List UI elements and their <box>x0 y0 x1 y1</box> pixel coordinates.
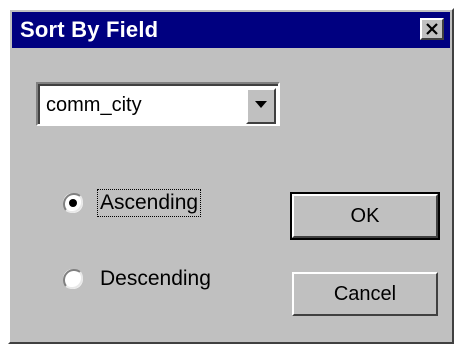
radio-descending[interactable]: Descending <box>62 266 213 292</box>
close-icon <box>426 23 438 35</box>
dialog-title: Sort By Field <box>20 17 159 42</box>
dropdown-button[interactable] <box>246 88 276 124</box>
radio-ascending-label: Ascending <box>96 189 202 217</box>
radio-descending-label: Descending <box>100 267 211 290</box>
cancel-button[interactable]: Cancel <box>292 272 438 316</box>
radio-unselected-icon <box>63 269 83 289</box>
radio-selected-icon <box>63 193 83 213</box>
chevron-down-icon <box>255 101 267 108</box>
radio-ascending[interactable]: Ascending <box>62 189 202 217</box>
ok-button[interactable]: OK <box>290 192 440 240</box>
title-bar: Sort By Field <box>12 12 450 48</box>
sort-by-field-dialog: Sort By Field comm_city Ascending Descen… <box>8 8 454 344</box>
field-select-value: comm_city <box>46 94 142 116</box>
field-select[interactable]: comm_city <box>36 82 280 126</box>
close-button[interactable] <box>420 18 444 40</box>
